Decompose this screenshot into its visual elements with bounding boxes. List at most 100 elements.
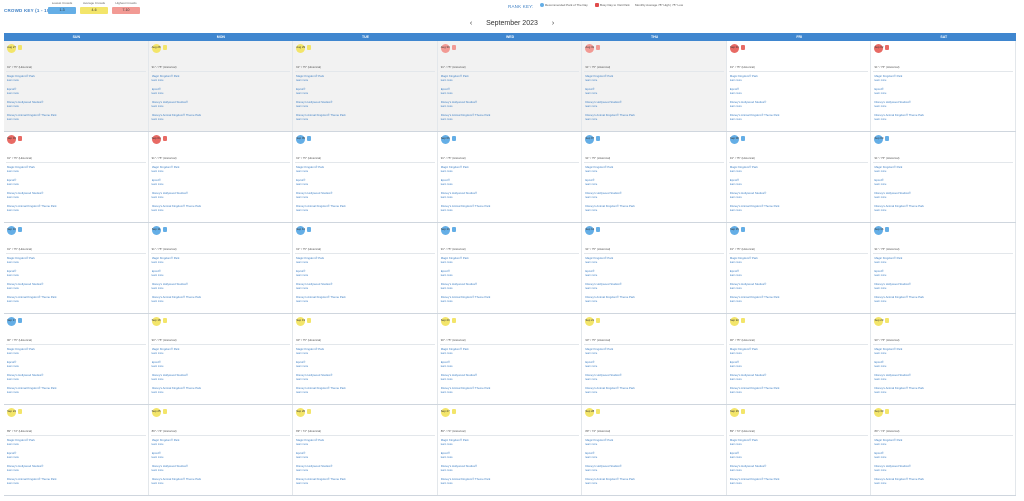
learn-more-link[interactable]: learn more: [585, 209, 724, 212]
learn-more-link[interactable]: learn more: [441, 118, 580, 121]
park-name-link[interactable]: Disney's Animal Kingdom® Theme Park: [152, 204, 291, 208]
learn-more-link[interactable]: learn more: [730, 443, 869, 446]
park-name-link[interactable]: Disney's Hollywood Studios®: [296, 373, 435, 377]
learn-more-link[interactable]: learn more: [7, 170, 146, 173]
learn-more-link[interactable]: learn more: [874, 443, 1013, 446]
learn-more-link[interactable]: learn more: [874, 469, 1013, 472]
park-name-link[interactable]: Disney's Animal Kingdom® Theme Park: [296, 477, 435, 481]
learn-more-link[interactable]: learn more: [152, 456, 291, 459]
park-name-link[interactable]: Epcot®: [730, 178, 869, 182]
learn-more-link[interactable]: learn more: [585, 300, 724, 303]
learn-more-link[interactable]: learn more: [874, 391, 1013, 394]
calendar-day[interactable]: Sep 21 90° / 75° (Historical) Magic Kingdo…: [582, 314, 727, 404]
calendar-day[interactable]: Sep 11 91° / 75° (Historical) Magic Kingdo…: [149, 223, 294, 313]
calendar-day[interactable]: Aug 30 91° / 75° (Historical) Magic Kingdo…: [437, 41, 583, 131]
learn-more-link[interactable]: learn more: [441, 378, 580, 381]
learn-more-link[interactable]: learn more: [7, 287, 146, 290]
learn-more-link[interactable]: learn more: [296, 196, 435, 199]
learn-more-link[interactable]: learn more: [7, 183, 146, 186]
learn-more-link[interactable]: learn more: [585, 79, 724, 82]
calendar-day[interactable]: Sep 22 90° / 75° (Historical) Magic Kingdo…: [727, 314, 872, 404]
calendar-day[interactable]: Sep 23 90° / 75° (Historical) Magic Kingdo…: [871, 314, 1017, 404]
park-name-link[interactable]: Epcot®: [730, 269, 869, 273]
learn-more-link[interactable]: learn more: [730, 183, 869, 186]
learn-more-link[interactable]: learn more: [7, 274, 146, 277]
park-name-link[interactable]: Disney's Animal Kingdom® Theme Park: [874, 295, 1013, 299]
learn-more-link[interactable]: learn more: [296, 378, 435, 381]
learn-more-link[interactable]: learn more: [441, 196, 580, 199]
park-name-link[interactable]: Epcot®: [585, 360, 724, 364]
learn-more-link[interactable]: learn more: [585, 183, 724, 186]
park-name-link[interactable]: Disney's Animal Kingdom® Theme Park: [874, 386, 1013, 390]
park-name-link[interactable]: Epcot®: [585, 269, 724, 273]
learn-more-link[interactable]: learn more: [441, 456, 580, 459]
park-name-link[interactable]: Disney's Animal Kingdom® Theme Park: [730, 477, 869, 481]
park-name-link[interactable]: Epcot®: [441, 87, 580, 91]
learn-more-link[interactable]: learn more: [441, 183, 580, 186]
park-name-link[interactable]: Epcot®: [874, 87, 1013, 91]
learn-more-link[interactable]: learn more: [441, 287, 580, 290]
learn-more-link[interactable]: learn more: [874, 79, 1013, 82]
learn-more-link[interactable]: learn more: [441, 352, 580, 355]
learn-more-link[interactable]: learn more: [296, 118, 435, 121]
learn-more-link[interactable]: learn more: [874, 352, 1013, 355]
park-name-link[interactable]: Epcot®: [874, 178, 1013, 182]
park-name-link[interactable]: Epcot®: [585, 178, 724, 182]
learn-more-link[interactable]: learn more: [730, 469, 869, 472]
learn-more-link[interactable]: learn more: [585, 274, 724, 277]
learn-more-link[interactable]: learn more: [730, 378, 869, 381]
park-name-link[interactable]: Disney's Hollywood Studios®: [730, 282, 869, 286]
park-name-link[interactable]: Disney's Animal Kingdom® Theme Park: [441, 386, 580, 390]
calendar-day[interactable]: Sep 04 91° / 75° (Historical) Magic Kingdo…: [149, 132, 294, 222]
learn-more-link[interactable]: learn more: [296, 482, 435, 485]
learn-more-link[interactable]: learn more: [7, 92, 146, 95]
learn-more-link[interactable]: learn more: [730, 118, 869, 121]
learn-more-link[interactable]: learn more: [585, 443, 724, 446]
park-name-link[interactable]: Magic Kingdom® Park: [7, 74, 146, 78]
park-name-link[interactable]: Disney's Animal Kingdom® Theme Park: [441, 477, 580, 481]
park-name-link[interactable]: Disney's Animal Kingdom® Theme Park: [296, 204, 435, 208]
learn-more-link[interactable]: learn more: [441, 261, 580, 264]
park-name-link[interactable]: Epcot®: [874, 451, 1013, 455]
learn-more-link[interactable]: learn more: [585, 118, 724, 121]
learn-more-link[interactable]: learn more: [874, 365, 1013, 368]
park-name-link[interactable]: Disney's Hollywood Studios®: [152, 464, 291, 468]
park-name-link[interactable]: Disney's Hollywood Studios®: [730, 100, 869, 104]
learn-more-link[interactable]: learn more: [730, 365, 869, 368]
learn-more-link[interactable]: learn more: [296, 287, 435, 290]
park-name-link[interactable]: Epcot®: [296, 451, 435, 455]
park-name-link[interactable]: Magic Kingdom® Park: [585, 347, 724, 351]
learn-more-link[interactable]: learn more: [152, 469, 291, 472]
learn-more-link[interactable]: learn more: [730, 300, 869, 303]
calendar-day[interactable]: Sep 26 89° / 74° (Historical) Magic Kingdo…: [293, 405, 438, 495]
park-name-link[interactable]: Magic Kingdom® Park: [874, 347, 1013, 351]
learn-more-link[interactable]: learn more: [874, 287, 1013, 290]
learn-more-link[interactable]: learn more: [730, 482, 869, 485]
park-name-link[interactable]: Magic Kingdom® Park: [585, 165, 724, 169]
learn-more-link[interactable]: learn more: [585, 92, 724, 95]
park-name-link[interactable]: Disney's Hollywood Studios®: [874, 373, 1013, 377]
learn-more-link[interactable]: learn more: [152, 105, 291, 108]
park-name-link[interactable]: Disney's Animal Kingdom® Theme Park: [296, 113, 435, 117]
park-name-link[interactable]: Magic Kingdom® Park: [441, 165, 580, 169]
park-name-link[interactable]: Epcot®: [7, 87, 146, 91]
park-name-link[interactable]: Magic Kingdom® Park: [585, 74, 724, 78]
learn-more-link[interactable]: learn more: [730, 170, 869, 173]
learn-more-link[interactable]: learn more: [730, 261, 869, 264]
learn-more-link[interactable]: learn more: [874, 274, 1013, 277]
park-name-link[interactable]: Disney's Hollywood Studios®: [874, 464, 1013, 468]
learn-more-link[interactable]: learn more: [441, 469, 580, 472]
park-name-link[interactable]: Disney's Hollywood Studios®: [296, 191, 435, 195]
learn-more-link[interactable]: learn more: [7, 105, 146, 108]
park-name-link[interactable]: Disney's Hollywood Studios®: [874, 191, 1013, 195]
learn-more-link[interactable]: learn more: [296, 274, 435, 277]
park-name-link[interactable]: Disney's Hollywood Studios®: [7, 100, 146, 104]
learn-more-link[interactable]: learn more: [730, 352, 869, 355]
learn-more-link[interactable]: learn more: [441, 443, 580, 446]
learn-more-link[interactable]: learn more: [874, 482, 1013, 485]
learn-more-link[interactable]: learn more: [730, 92, 869, 95]
learn-more-link[interactable]: learn more: [7, 391, 146, 394]
calendar-day[interactable]: Aug 29 91° / 75° (Historical) Magic Kingdo…: [293, 41, 438, 131]
park-name-link[interactable]: Epcot®: [441, 451, 580, 455]
calendar-day[interactable]: Sep 09 91° / 75° (Historical) Magic Kingdo…: [871, 132, 1017, 222]
